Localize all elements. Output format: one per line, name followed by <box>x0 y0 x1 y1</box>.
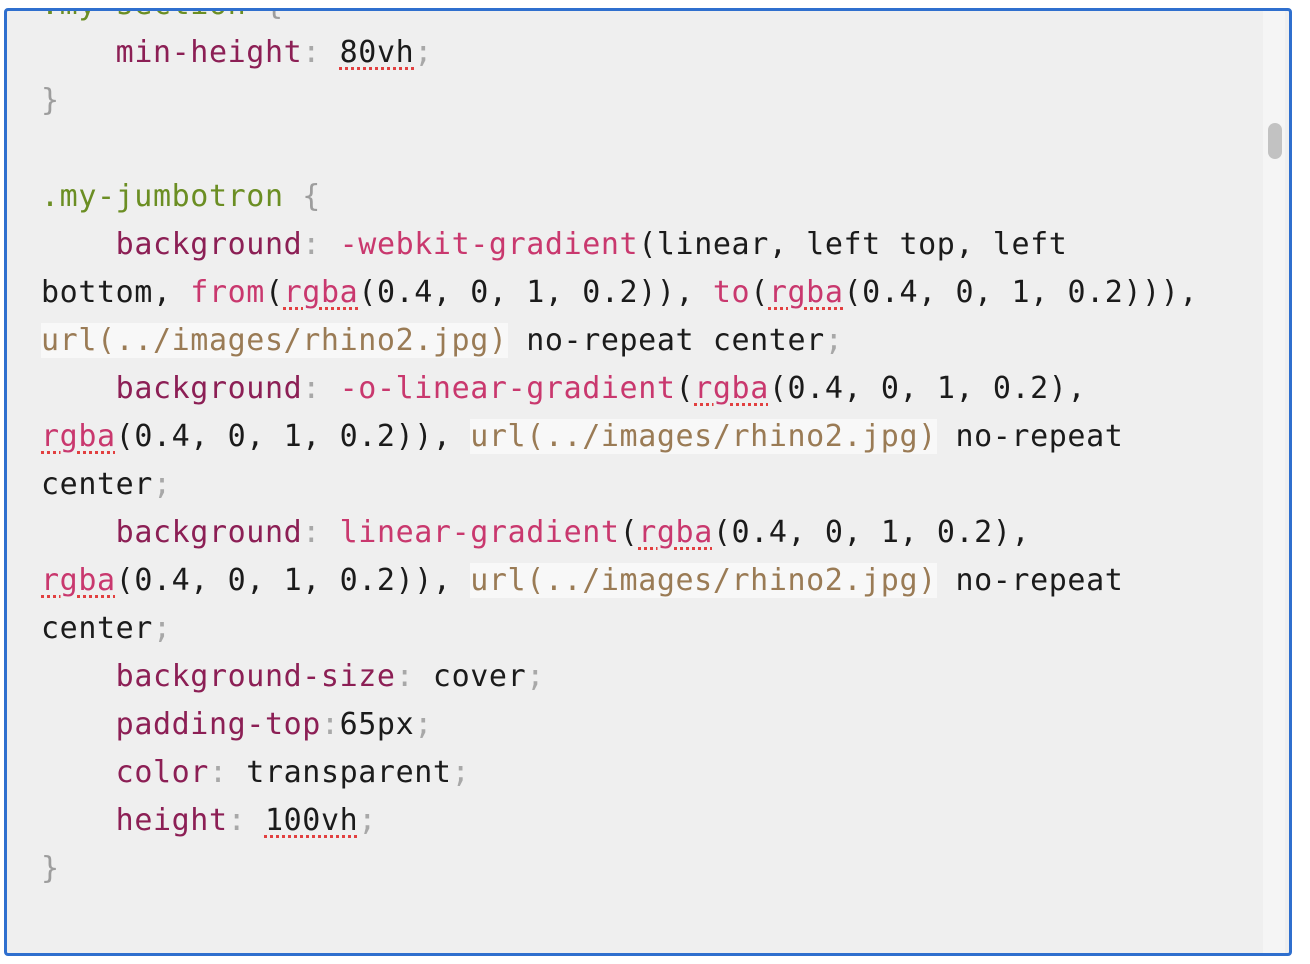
vertical-scrollbar[interactable] <box>1263 11 1285 953</box>
scrollbar-thumb[interactable] <box>1268 123 1282 159</box>
code-line[interactable]: center; <box>41 461 1266 509</box>
code-line[interactable]: color: transparent; <box>41 749 1266 797</box>
css-code-editor[interactable]: .my-section { min-height: 80vh;}​.my-jum… <box>4 8 1292 956</box>
code-line[interactable]: } <box>41 77 1266 125</box>
code-line[interactable]: bottom, from(rgba(0.4, 0, 1, 0.2)), to(r… <box>41 269 1266 317</box>
code-line[interactable]: url(../images/rhino2.jpg) no-repeat cent… <box>41 317 1266 365</box>
code-line[interactable]: .my-section { <box>41 11 1266 29</box>
code-line[interactable]: center; <box>41 605 1266 653</box>
code-line[interactable]: ​ <box>41 125 1266 173</box>
code-line[interactable]: height: 100vh; <box>41 797 1266 845</box>
code-line[interactable]: padding-top:65px; <box>41 701 1266 749</box>
code-line[interactable]: background-size: cover; <box>41 653 1266 701</box>
code-line[interactable]: rgba(0.4, 0, 1, 0.2)), url(../images/rhi… <box>41 413 1266 461</box>
code-line[interactable]: background: linear-gradient(rgba(0.4, 0,… <box>41 509 1266 557</box>
code-line[interactable]: rgba(0.4, 0, 1, 0.2)), url(../images/rhi… <box>41 557 1266 605</box>
code-area[interactable]: .my-section { min-height: 80vh;}​.my-jum… <box>41 11 1266 893</box>
code-line[interactable]: background: -o-linear-gradient(rgba(0.4,… <box>41 365 1266 413</box>
code-line[interactable]: min-height: 80vh; <box>41 29 1266 77</box>
code-line[interactable]: .my-jumbotron { <box>41 173 1266 221</box>
code-line[interactable]: background: -webkit-gradient(linear, lef… <box>41 221 1266 269</box>
code-line[interactable]: } <box>41 845 1266 893</box>
